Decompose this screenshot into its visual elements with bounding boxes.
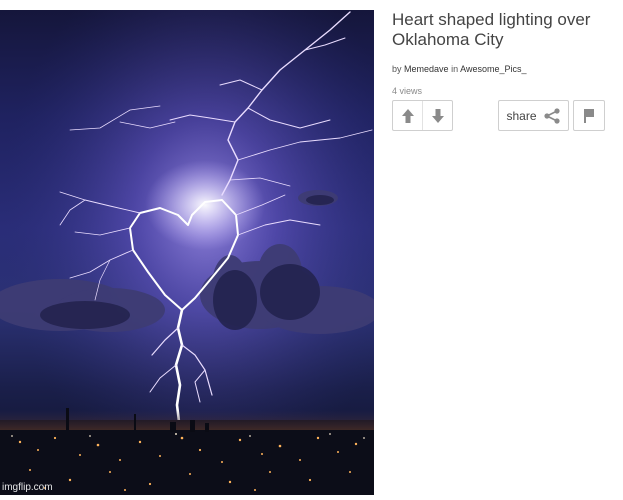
by-prefix: by [392,64,402,74]
author-link[interactable]: Memedave [404,64,449,74]
flag-button[interactable] [573,100,605,131]
view-count: 4 views [392,86,423,96]
arrow-down-icon [431,108,444,123]
post-details: Heart shaped lighting over Oklahoma City… [392,10,617,96]
action-bar: share [392,100,605,131]
lightning-photo-art [0,10,374,495]
city-glow [0,410,374,430]
heart-glow [145,160,265,250]
page: imgflip.com Heart shaped lighting over O… [0,0,623,500]
in-prefix: in [451,64,459,74]
stream-link[interactable]: Awesome_Pics_ [460,64,526,74]
share-label: share [506,108,537,123]
post-byline: by Memedave in Awesome_Pics_ [392,64,617,74]
upvote-button[interactable] [393,101,422,130]
share-button[interactable]: share [498,100,569,131]
share-icon [543,107,560,124]
vote-group [392,100,453,131]
post-title: Heart shaped lighting over Oklahoma City [392,10,591,49]
downvote-button[interactable] [422,101,452,130]
flag-icon [584,108,594,123]
meme-image[interactable]: imgflip.com [0,10,374,495]
arrow-up-icon [401,108,414,123]
watermark: imgflip.com [2,482,53,493]
city-ground [0,420,374,495]
